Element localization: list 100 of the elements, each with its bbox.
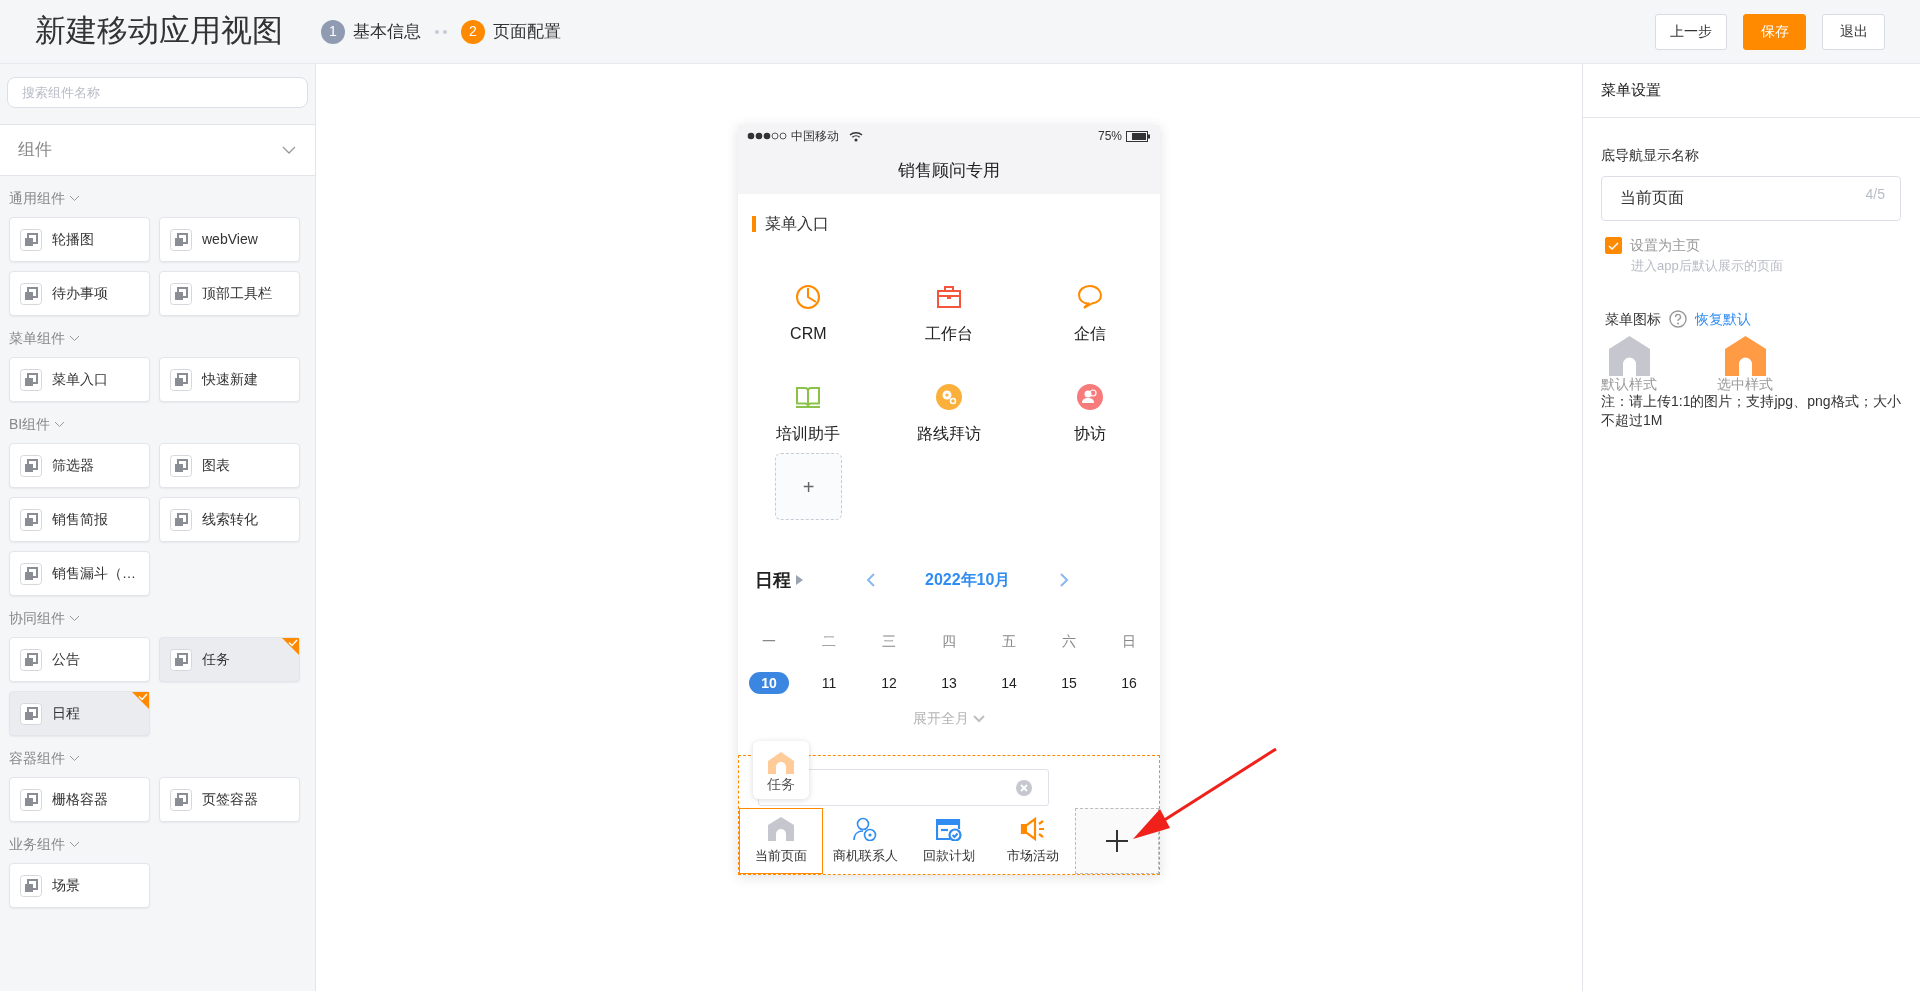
open-book-icon[interactable] <box>795 384 822 410</box>
group-title: BI组件 <box>9 415 51 434</box>
component-card[interactable]: 栅格容器 <box>9 777 150 822</box>
step-label: 基本信息 <box>353 20 421 43</box>
toolbar-button[interactable]: 上一步 <box>1655 13 1727 50</box>
card-label: 待办事项 <box>52 284 108 303</box>
style-label: 默认样式 <box>1601 375 1657 393</box>
component-icon <box>20 562 42 585</box>
chevron-down-icon <box>69 615 80 622</box>
card-label: 线索转化 <box>202 510 258 529</box>
component-card[interactable]: 公告 <box>9 637 150 682</box>
card-label: 日程 <box>52 704 80 723</box>
calendar-day[interactable]: 15 <box>1039 672 1099 694</box>
card-label: 公告 <box>52 650 80 669</box>
calendar-month: 2022年10月 <box>925 570 1011 590</box>
component-icon <box>20 648 42 671</box>
card-label: 栅格容器 <box>52 790 108 809</box>
component-icon <box>20 702 42 725</box>
component-icon <box>20 874 42 897</box>
menu-label[interactable]: CRM <box>790 322 827 346</box>
menu-label[interactable]: 培训助手 <box>776 422 841 446</box>
checkbox-label: 设置为主页 <box>1630 236 1700 255</box>
signal-icon <box>747 132 787 140</box>
phone-title: 销售顾问专用 <box>898 159 1000 182</box>
checkbox[interactable] <box>1605 237 1622 254</box>
chevron-down-icon <box>69 335 80 342</box>
chevron-left-icon <box>866 573 875 587</box>
component-card[interactable]: 快速新建 <box>159 357 300 402</box>
people-icon[interactable] <box>1076 384 1103 410</box>
calendar-day[interactable]: 10 <box>749 672 789 694</box>
menu-label[interactable]: 企信 <box>1073 322 1106 346</box>
briefcase-icon[interactable] <box>936 284 962 310</box>
carrier-name: 中国移动 <box>791 128 839 145</box>
upload-note: 注：请上传1:1的图片；支持jpg、png格式；大小不超过1M <box>1601 392 1902 431</box>
battery-level: 75% <box>1097 128 1122 145</box>
weekday-label: 六 <box>1061 632 1077 651</box>
component-card[interactable]: webView <box>159 217 300 262</box>
component-card[interactable]: 页签容器 <box>159 777 300 822</box>
component-card[interactable]: 任务 <box>159 637 300 682</box>
chevron-right-icon <box>1060 573 1070 587</box>
home-icon <box>768 752 794 774</box>
step-label: 页面配置 <box>493 20 561 43</box>
card-label: webView <box>202 230 258 249</box>
component-card[interactable]: 图表 <box>159 443 300 488</box>
menu-label[interactable]: 协访 <box>1073 422 1106 446</box>
component-icon <box>170 454 192 477</box>
tab-label: 回款计划 <box>923 846 975 865</box>
component-icon <box>170 228 192 251</box>
group-title: 容器组件 <box>9 749 65 768</box>
page-title: 新建移动应用视图 <box>35 12 283 51</box>
component-card[interactable]: 筛选器 <box>9 443 150 488</box>
check-icon <box>1608 241 1619 250</box>
weekday-label: 五 <box>1001 632 1017 651</box>
component-card[interactable]: 销售简报 <box>9 497 150 542</box>
chevron-down-icon <box>54 421 66 428</box>
chevron-down-icon <box>281 145 297 155</box>
location-pin-icon[interactable] <box>936 384 962 410</box>
checkbox-hint: 进入app后默认展示的页面 <box>1630 257 1784 275</box>
panel-title: 菜单设置 <box>1601 80 1661 101</box>
add-menu-button[interactable]: + <box>775 453 842 520</box>
toolbar-button[interactable]: 退出 <box>1822 13 1885 50</box>
chevron-down-icon <box>973 714 985 723</box>
char-counter: 4/5 <box>1865 185 1885 204</box>
component-icon <box>170 508 192 531</box>
calendar-day[interactable]: 11 <box>799 672 859 694</box>
pie-chart-icon[interactable] <box>795 284 822 310</box>
component-card[interactable]: 日程 <box>9 691 150 736</box>
weekday-label: 一 <box>761 632 777 651</box>
bottom-nav-tab[interactable]: 当前页面 <box>739 808 823 874</box>
reset-link[interactable]: 恢复默认 <box>1695 308 1751 330</box>
component-card[interactable]: 待办事项 <box>9 271 150 316</box>
group-title: 通用组件 <box>9 189 65 208</box>
caret-right-icon <box>796 575 803 585</box>
style-label: 选中样式 <box>1717 375 1773 393</box>
calendar-day[interactable]: 14 <box>979 672 1039 694</box>
component-card[interactable]: 场景 <box>9 863 150 908</box>
component-card[interactable]: 菜单入口 <box>9 357 150 402</box>
section-marker <box>752 216 756 232</box>
step-separator <box>435 29 447 34</box>
calendar-day[interactable]: 12 <box>859 672 919 694</box>
weekday-label: 三 <box>881 632 897 651</box>
tab-label: 商机联系人 <box>832 846 898 865</box>
component-dropdown[interactable]: 组件 <box>0 124 315 176</box>
chat-bubble-icon[interactable] <box>1076 284 1103 310</box>
weekday-label: 四 <box>941 632 957 651</box>
component-icon <box>20 228 42 251</box>
add-tab-button[interactable] <box>1075 808 1159 874</box>
component-card[interactable]: 线索转化 <box>159 497 300 542</box>
calendar-day[interactable]: 16 <box>1099 672 1159 694</box>
component-card[interactable]: 销售漏斗（… <box>9 551 150 596</box>
menu-label[interactable]: 路线拜访 <box>917 422 981 446</box>
component-card[interactable]: 顶部工具栏 <box>159 271 300 316</box>
menu-label[interactable]: 工作台 <box>925 322 973 346</box>
chevron-down-icon <box>69 841 80 848</box>
calendar-day[interactable]: 13 <box>919 672 979 694</box>
check-corner-icon <box>132 692 149 709</box>
wifi-icon <box>849 130 863 142</box>
search-field[interactable]: 搜索组件名称 <box>7 77 308 108</box>
component-icon <box>20 788 42 811</box>
component-card[interactable]: 轮播图 <box>9 217 150 262</box>
